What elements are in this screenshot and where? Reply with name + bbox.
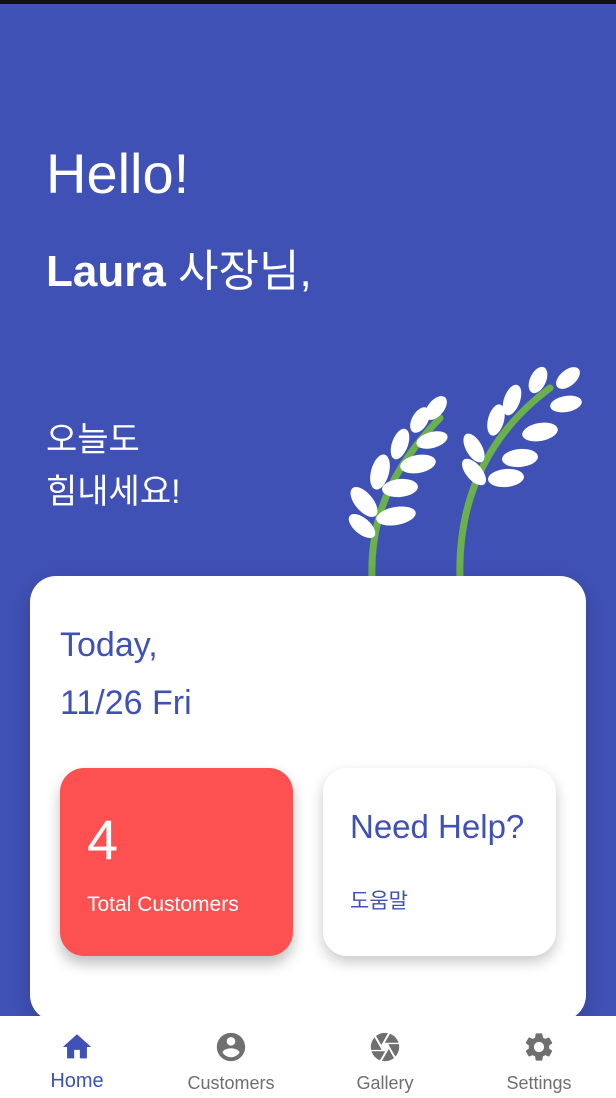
account-circle-icon xyxy=(216,1032,246,1062)
help-subtitle: 도움말 xyxy=(350,890,408,913)
plant-illustration xyxy=(348,366,582,580)
honorific-suffix: 사장님, xyxy=(165,247,312,296)
date-heading: Today, 11/26 Fri xyxy=(60,616,192,732)
customer-count: 4 xyxy=(87,808,119,871)
today-card: Today, 11/26 Fri 4 Total Customers Need … xyxy=(30,576,586,1021)
nav-settings-label: Settings xyxy=(506,1073,572,1093)
hello-heading: Hello! xyxy=(46,142,190,205)
nav-settings[interactable]: Settings xyxy=(462,1016,616,1098)
gear-icon xyxy=(525,1033,553,1061)
today-label: Today, xyxy=(60,626,158,664)
status-bar xyxy=(0,0,616,4)
need-help-title: Need Help? xyxy=(350,808,525,845)
today-date: 11/26 Fri xyxy=(60,684,192,722)
nav-gallery[interactable]: Gallery xyxy=(308,1016,462,1098)
home-icon xyxy=(62,1034,92,1059)
home-screen: Hello! Laura 사장님, 오늘도 힘내세요! Today, 11/26… xyxy=(0,0,616,1098)
nav-customers[interactable]: Customers xyxy=(154,1016,308,1098)
nav-home-label: Home xyxy=(50,1070,104,1092)
cheer-line-1: 오늘도 xyxy=(46,421,140,459)
total-customers-tile[interactable]: 4 Total Customers xyxy=(60,768,293,956)
user-greeting: Laura 사장님, xyxy=(46,244,312,300)
user-name: Laura xyxy=(46,247,166,296)
nav-gallery-label: Gallery xyxy=(356,1073,414,1093)
bottom-navigation: Home Customers Gallery Settings xyxy=(0,1016,616,1098)
nav-home[interactable]: Home xyxy=(0,1016,154,1098)
cheer-line-2: 힘내세요! xyxy=(46,473,181,511)
cheer-message: 오늘도 힘내세요! xyxy=(46,414,181,518)
camera-shutter-icon xyxy=(370,1032,400,1062)
nav-customers-label: Customers xyxy=(187,1073,275,1093)
need-help-tile[interactable]: Need Help? 도움말 xyxy=(323,768,556,956)
customer-count-label: Total Customers xyxy=(87,893,239,916)
